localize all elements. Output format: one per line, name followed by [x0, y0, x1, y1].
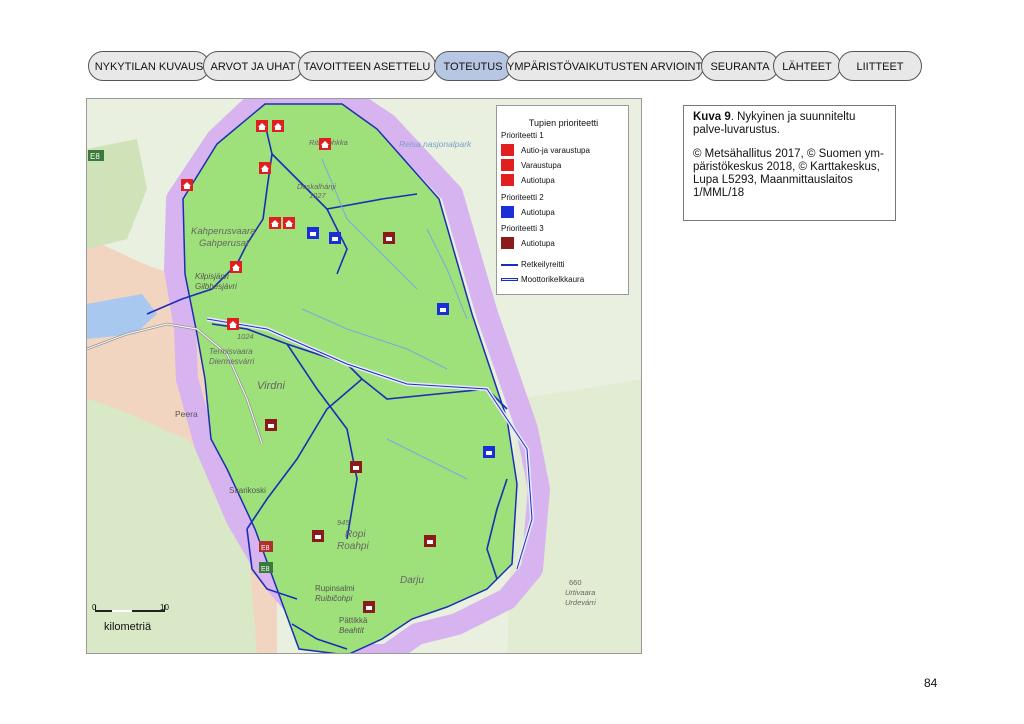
label-saarikoski: Saarikoski [229, 486, 266, 495]
label-beahtit: Beahtit [339, 626, 365, 635]
hut-icon [501, 206, 514, 218]
label-945: 945 [337, 518, 350, 527]
label-1024: 1024 [237, 332, 254, 341]
label-pattikka: Pättikkä [339, 616, 368, 625]
hut-icon [501, 237, 514, 249]
hut-icon [501, 159, 514, 171]
road-badge-e8b-text: E8 [261, 545, 270, 552]
page-number: 84 [924, 676, 938, 690]
legend-title: Tupien prioriteetti [528, 118, 599, 128]
legend-p1-item-2: Varaustupa [521, 161, 562, 170]
nav-tabs: NYKYTILAN KUVAUS ARVOT JA UHAT TAVOITTEE… [88, 51, 922, 81]
caption-title: Kuva 9 [693, 111, 731, 123]
label-darju: Darju [400, 575, 424, 586]
label-gahperus: Gahperusat [199, 238, 249, 249]
legend-p2-item-1: Autiotupa [521, 208, 555, 217]
figure-caption: Kuva 9. Nykyinen ja suunniteltu palve-lu… [683, 105, 896, 221]
legend-p1: Prioriteetti 1 [501, 131, 544, 140]
label-ropi: Ropi [345, 529, 366, 540]
label-doskalhanji: Doskalhánji [297, 182, 336, 191]
label-reisa: Reisa nasjonalpark [399, 139, 472, 149]
legend-p3-item-1: Autiotupa [521, 239, 555, 248]
hut-icon [501, 174, 514, 186]
label-kahperus: Kahperusvaara [191, 226, 255, 237]
road-badge-e8-text: E8 [90, 152, 100, 161]
tab-toteutus[interactable]: TOTEUTUS [434, 51, 512, 81]
snowmobile-line-icon [501, 278, 518, 281]
hut-icon [501, 144, 514, 156]
tab-nykytilan-kuvaus[interactable]: NYKYTILAN KUVAUS [88, 51, 210, 81]
label-urtivaara: Urtivaara [565, 588, 595, 597]
legend-p1-item-3: Autiotupa [521, 176, 555, 185]
label-kilpisjarvi-s: Gilbbesjávri [195, 282, 237, 291]
label-peera: Peera [175, 409, 198, 419]
caption-credits: © Metsähallitus 2017, © Suomen ym-pärist… [693, 148, 884, 199]
scale-ten: 10 [160, 603, 169, 612]
route-line-icon [501, 264, 518, 266]
tab-arvot-ja-uhat[interactable]: ARVOT JA UHAT [203, 51, 303, 81]
label-ruibicohpi: Ruibičohpi [315, 594, 353, 603]
label-roahpi: Roahpi [337, 541, 369, 552]
label-660: 660 [569, 578, 582, 587]
legend-p1-item-1: Autio-ja varaustupa [521, 146, 590, 155]
legend-p2: Prioriteetti 2 [501, 193, 544, 202]
caption-heading: Kuva 9. Nykyinen ja suunniteltu palve-lu… [693, 111, 886, 137]
label-virdni: Virdni [257, 380, 285, 392]
label-termis: Termisvaara [209, 347, 253, 356]
legend-p3: Prioriteetti 3 [501, 224, 544, 233]
scale-unit: kilometriä [104, 621, 152, 633]
tab-lahteet[interactable]: LÄHTEET [773, 51, 841, 81]
tab-liitteet[interactable]: LIITTEET [838, 51, 922, 81]
tab-ymparistovaikutusten-arviointi[interactable]: YMPÄRISTÖVAIKUTUSTEN ARVIOINTI [506, 51, 705, 81]
tab-seuranta[interactable]: SEURANTA [701, 51, 779, 81]
road-badge-e8c-text: E8 [261, 566, 270, 573]
tab-tavoitteen-asettelu[interactable]: TAVOITTEEN ASETTELU [298, 51, 436, 81]
scale-zero: 0 [92, 603, 97, 612]
label-doskal-h: 1027 [309, 191, 327, 200]
label-rupinsalmi: Rupinsalmi [315, 584, 355, 593]
legend-snowmobile: Moottorikelkkaura [521, 275, 585, 284]
label-kilpisjarvi: Kilpisjärvi [195, 272, 229, 281]
label-urdevarri: Urdevárri [565, 598, 596, 607]
label-diermes: Diermesvárri [209, 357, 255, 366]
legend-route: Retkeilyreitti [521, 260, 565, 269]
map-legend: Tupien prioriteetti Prioriteetti 1 Autio… [496, 105, 629, 295]
